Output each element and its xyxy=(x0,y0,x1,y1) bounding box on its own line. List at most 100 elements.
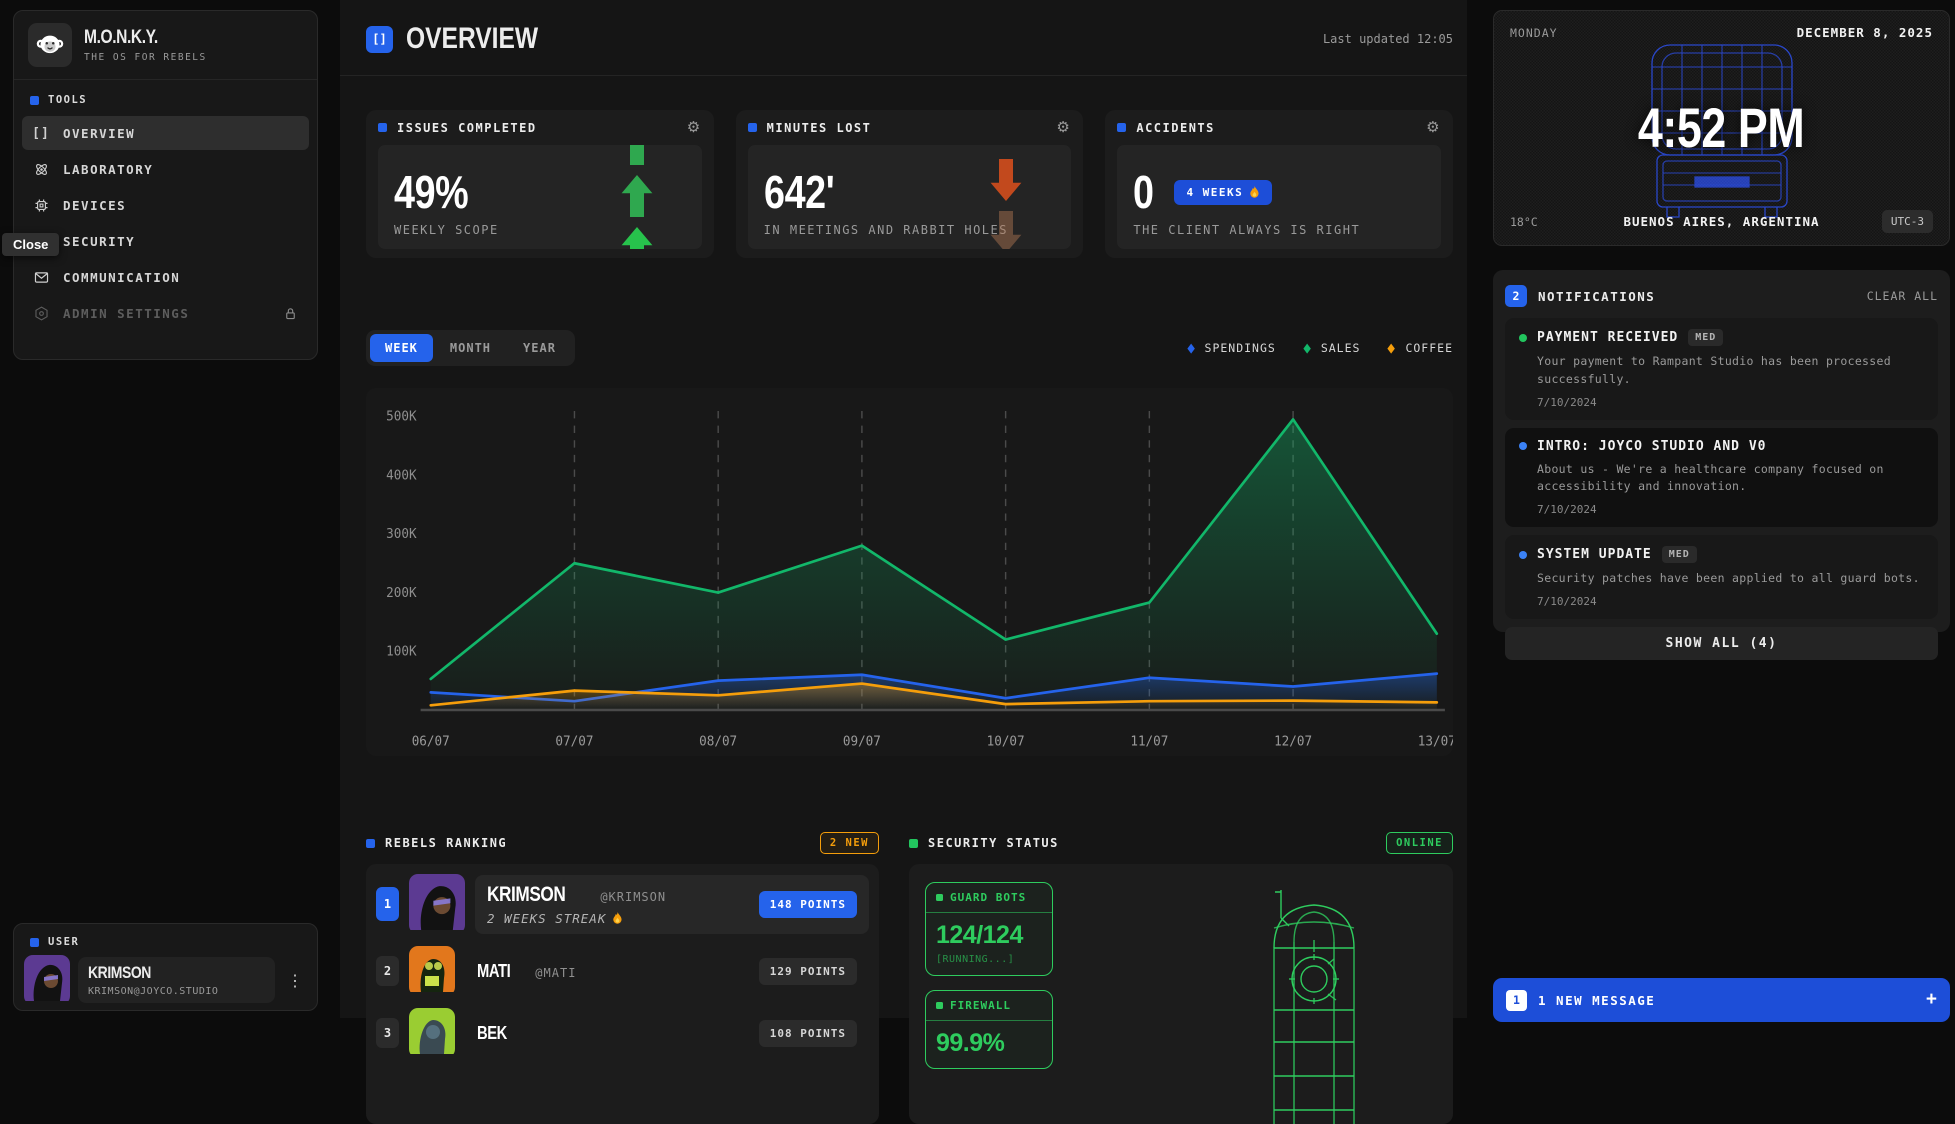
streak-badge: 4 WEEKS xyxy=(1174,180,1272,205)
notification-payment[interactable]: PAYMENT RECEIVED MED Your payment to Ram… xyxy=(1505,318,1938,420)
page-title: OVERVIEW xyxy=(406,22,538,56)
stat-body: 49% WEEKLY SCOPE xyxy=(378,145,702,249)
notification-date: 7/10/2024 xyxy=(1537,503,1924,516)
notification-desc: Security patches have been applied to al… xyxy=(1537,570,1924,588)
tab-year[interactable]: YEAR xyxy=(508,334,571,362)
fire-icon xyxy=(612,912,623,925)
card-bullet xyxy=(1117,123,1126,132)
fire-icon xyxy=(1249,186,1260,199)
card-bullet xyxy=(378,123,387,132)
tools-section-label: TOOLS xyxy=(14,80,317,114)
notification-count-badge: 2 xyxy=(1505,285,1527,307)
clear-all-button[interactable]: CLEAR ALL xyxy=(1867,289,1938,303)
status-dot xyxy=(1519,442,1527,450)
security-panel: GUARD BOTS 124/124 [RUNNING...] FIREWALL… xyxy=(909,864,1453,1124)
chart-controls: WEEK MONTH YEAR ◆ SPENDINGS ◆ SALES ◆ CO… xyxy=(366,330,1453,366)
clock-time: 4:52 PM xyxy=(1494,95,1949,161)
hex-nut-icon xyxy=(32,304,50,322)
svg-text:200K: 200K xyxy=(386,586,417,601)
notification-desc: About us - We're a healthcare company fo… xyxy=(1537,461,1924,497)
ranking-title: REBELS RANKING xyxy=(385,836,507,850)
svg-text:06/07: 06/07 xyxy=(412,734,450,749)
monkey-logo-icon xyxy=(28,23,72,67)
svg-text:10/07: 10/07 xyxy=(987,734,1025,749)
guard-bots-label: GUARD BOTS xyxy=(950,891,1026,904)
card-bullet xyxy=(909,839,918,848)
clock-widget: MONDAY DECEMBER 8, 2025 4:52 PM 18°C BUE… xyxy=(1493,10,1950,246)
rebels-ranking-section: REBELS RANKING 2 NEW 1 xyxy=(366,828,879,1124)
stat-card-minutes: MINUTES LOST ⚙ 642' IN MEETINGS AND RABB… xyxy=(736,110,1084,258)
stat-card-accidents: ACCIDENTS ⚙ 0 4 WEEKS THE CLIENT ALWAYS … xyxy=(1105,110,1453,258)
avatar xyxy=(409,946,455,996)
sidebar: M.O.N.K.Y. THE OS FOR REBELS TOOLS [] OV… xyxy=(13,10,318,360)
svg-text:12/07: 12/07 xyxy=(1274,734,1312,749)
clock-location: BUENOS AIRES, ARGENTINA xyxy=(1510,214,1933,229)
stat-card-issues: ISSUES COMPLETED ⚙ 49% WEEKLY SCOPE xyxy=(366,110,714,258)
diamond-icon: ◆ xyxy=(1388,341,1396,356)
notifications-title: NOTIFICATIONS xyxy=(1538,289,1655,304)
avatar[interactable] xyxy=(24,955,70,1005)
sidebar-item-devices[interactable]: DEVICES xyxy=(22,188,309,222)
tab-month[interactable]: MONTH xyxy=(435,334,506,362)
sidebar-item-label: OVERVIEW xyxy=(63,126,135,141)
stat-value: 642' xyxy=(764,169,1003,215)
guard-bot-wireframe xyxy=(1239,880,1389,1124)
stat-title: ACCIDENTS xyxy=(1136,121,1215,135)
atom-icon xyxy=(32,160,50,178)
area-chart: 100K200K300K400K500K06/0707/0708/0709/07… xyxy=(366,388,1453,756)
main-content: [] OVERVIEW Last updated 12:05 ISSUES CO… xyxy=(340,0,1467,1018)
firewall-box: FIREWALL 99.9% xyxy=(925,990,1053,1069)
sidebar-item-overview[interactable]: [] OVERVIEW xyxy=(22,116,309,150)
kebab-menu-icon[interactable]: ⋮ xyxy=(283,971,307,990)
guard-bots-value: 124/124 xyxy=(936,921,1042,950)
gear-icon[interactable]: ⚙ xyxy=(1426,120,1441,135)
guard-bots-box: GUARD BOTS 124/124 [RUNNING...] xyxy=(925,882,1053,976)
app-title: M.O.N.K.Y. xyxy=(84,27,158,49)
sidebar-item-security[interactable]: SECURITY xyxy=(22,224,309,258)
chart-canvas: 100K200K300K400K500K06/0707/0708/0709/07… xyxy=(366,388,1453,756)
stat-title: ISSUES COMPLETED xyxy=(397,121,537,135)
security-status-section: SECURITY STATUS ONLINE GUARD BOTS 124/12… xyxy=(909,828,1453,1124)
points-badge: 148 POINTS xyxy=(759,891,857,918)
gear-icon[interactable]: ⚙ xyxy=(1056,120,1071,135)
plus-icon[interactable]: + xyxy=(1926,989,1937,1011)
envelope-icon xyxy=(32,268,50,286)
notification-intro[interactable]: INTRO: JOYCO STUDIO AND V0 About us - We… xyxy=(1505,428,1938,528)
lock-icon xyxy=(281,304,299,322)
stat-title: MINUTES LOST xyxy=(767,121,872,135)
gear-icon[interactable]: ⚙ xyxy=(687,120,702,135)
rank-handle: @KRIMSON xyxy=(600,890,666,904)
security-title: SECURITY STATUS xyxy=(928,836,1059,850)
stat-caption: THE CLIENT ALWAYS IS RIGHT xyxy=(1133,223,1425,237)
user-email: KRIMSON@JOYCO.STUDIO xyxy=(88,986,218,997)
ranking-list: 1 KRIMSON @KRIMSON xyxy=(366,864,879,1124)
sidebar-item-communication[interactable]: COMMUNICATION xyxy=(22,260,309,294)
rank-row-1[interactable]: 1 KRIMSON @KRIMSON xyxy=(376,874,869,934)
avatar xyxy=(409,1008,455,1058)
sidebar-item-laboratory[interactable]: LABORATORY xyxy=(22,152,309,186)
logo-text: M.O.N.K.Y. THE OS FOR REBELS xyxy=(84,27,207,63)
new-message-bar[interactable]: 1 1 NEW MESSAGE + xyxy=(1493,978,1950,1022)
svg-text:08/07: 08/07 xyxy=(699,734,737,749)
logo-row: M.O.N.K.Y. THE OS FOR REBELS xyxy=(14,11,317,80)
show-all-button[interactable]: SHOW ALL (4) xyxy=(1505,627,1938,660)
sidebar-item-admin-settings[interactable]: ADMIN SETTINGS xyxy=(22,296,309,330)
rank-number: 2 xyxy=(376,956,399,986)
rank-row-3[interactable]: 3 BEK 108 POINTS xyxy=(376,1008,869,1058)
svg-text:100K: 100K xyxy=(386,644,417,659)
rank-name: BEK xyxy=(477,1023,507,1044)
firewall-label: FIREWALL xyxy=(950,999,1011,1012)
brackets-icon: [] xyxy=(32,124,50,142)
online-badge: ONLINE xyxy=(1386,832,1453,854)
message-label: 1 NEW MESSAGE xyxy=(1538,993,1655,1008)
points-badge: 108 POINTS xyxy=(759,1020,857,1047)
range-tabs: WEEK MONTH YEAR xyxy=(366,330,575,366)
notification-system-update[interactable]: SYSTEM UPDATE MED Security patches have … xyxy=(1505,535,1938,619)
points-badge: 129 POINTS xyxy=(759,958,857,985)
status-dot xyxy=(1519,334,1527,342)
last-updated: Last updated 12:05 xyxy=(1323,32,1453,46)
tab-week[interactable]: WEEK xyxy=(370,334,433,362)
rank-row-2[interactable]: 2 MATI @MATI 129 POINTS xyxy=(376,946,869,996)
svg-text:300K: 300K xyxy=(386,527,417,542)
sidebar-item-label: LABORATORY xyxy=(63,162,153,177)
